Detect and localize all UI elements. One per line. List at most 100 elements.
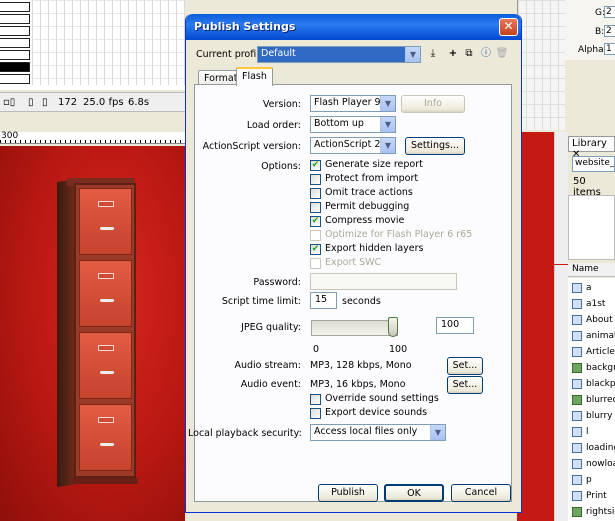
list-item[interactable]: a xyxy=(572,281,615,296)
version-select[interactable]: Flash Player 9 ▼ xyxy=(310,95,396,112)
settings-button[interactable]: Settings... xyxy=(405,137,465,155)
current-frame: 172 xyxy=(58,97,78,108)
checkbox[interactable] xyxy=(310,174,321,185)
edit-multiple-icon[interactable]: ▯ xyxy=(28,97,34,108)
movieclip-icon xyxy=(572,299,582,309)
list-item[interactable]: blurry xyxy=(572,409,615,424)
load-order-label: Load order: xyxy=(246,120,301,131)
movieclip-icon xyxy=(572,459,582,469)
local-playback-security-label: Local playback security: xyxy=(188,428,302,439)
list-item-label: Articles xyxy=(586,347,615,357)
list-item-label: a1st xyxy=(586,299,606,309)
dialog-titlebar[interactable]: Publish Settings ✕ xyxy=(186,14,521,40)
checkbox[interactable]: ✔ xyxy=(310,160,321,171)
layer-row-selected[interactable] xyxy=(0,62,30,72)
list-item[interactable]: nowloa xyxy=(572,457,615,472)
jpeg-quality-slider-thumb[interactable] xyxy=(388,317,398,337)
current-profile-select[interactable]: Default ▼ xyxy=(257,46,421,63)
list-item[interactable]: Print xyxy=(572,489,615,504)
checkbox[interactable]: ✔ xyxy=(310,244,321,255)
layer-row[interactable] xyxy=(0,26,30,36)
local-playback-security-select[interactable]: Access local files only ▼ xyxy=(310,424,446,441)
checkbox[interactable] xyxy=(310,202,321,213)
layer-row[interactable] xyxy=(0,38,30,48)
script-time-limit-field[interactable]: 15 xyxy=(310,292,337,309)
list-item[interactable]: p xyxy=(572,473,615,488)
list-item[interactable]: animat xyxy=(572,329,615,344)
script-time-limit-label: Script time limit: xyxy=(221,296,301,307)
load-order-select[interactable]: Bottom up ▼ xyxy=(310,116,396,133)
movieclip-icon xyxy=(572,347,582,357)
publish-button[interactable]: Publish xyxy=(318,484,378,502)
onion-skin-icon[interactable]: ▫▯ xyxy=(3,97,15,108)
cabinet-drawer xyxy=(79,404,132,471)
import-export-profile-icon[interactable]: ⤓ xyxy=(426,47,440,61)
delete-profile-icon[interactable]: 🗑 xyxy=(495,47,509,61)
layer-row[interactable] xyxy=(0,74,30,84)
checkbox[interactable] xyxy=(310,188,321,199)
list-item-label: backgr xyxy=(586,363,615,373)
list-item-label: blackpl xyxy=(586,379,615,389)
checkbox[interactable] xyxy=(310,394,321,405)
list-item-label: animat xyxy=(586,331,615,341)
layer-row[interactable] xyxy=(0,50,30,60)
library-scrollbar[interactable] xyxy=(554,265,568,521)
movieclip-icon xyxy=(572,443,582,453)
layer-row[interactable] xyxy=(0,2,30,12)
elapsed-time: 6.8s xyxy=(128,97,150,108)
slider-max-label: 100 xyxy=(389,344,408,355)
library-document-select[interactable]: website_p xyxy=(572,156,615,172)
list-item-label: blurred xyxy=(586,395,615,405)
checkbox[interactable] xyxy=(310,408,321,419)
actionscript-version-select[interactable]: ActionScript 2.0 ▼ xyxy=(310,137,396,154)
info-button[interactable]: Info xyxy=(401,95,465,113)
alpha-field[interactable]: 1 xyxy=(604,43,615,55)
list-item[interactable]: a1st xyxy=(572,297,615,312)
ok-button[interactable]: OK xyxy=(384,484,444,502)
b-field[interactable]: 2 xyxy=(604,25,615,37)
cancel-button[interactable]: Cancel xyxy=(451,484,511,502)
profile-info-icon[interactable]: ⓘ xyxy=(479,47,493,61)
bitmap-icon xyxy=(572,363,582,373)
list-item[interactable]: backgr xyxy=(572,361,615,376)
stage-vertical-scrollbar[interactable] xyxy=(554,132,568,264)
list-item-label: p xyxy=(586,475,592,485)
list-item[interactable]: rightsid xyxy=(572,505,615,520)
list-item[interactable]: blurred xyxy=(572,393,615,408)
g-field[interactable]: 2 xyxy=(604,6,615,18)
library-name-column-header[interactable]: Name xyxy=(568,263,615,277)
modify-markers-icon[interactable]: ▯ xyxy=(42,97,48,108)
alpha-label: Alpha: xyxy=(578,45,607,55)
tab-flash[interactable]: Flash xyxy=(236,67,273,86)
jpeg-quality-slider[interactable] xyxy=(311,320,398,336)
audio-stream-label: Audio stream: xyxy=(234,360,301,371)
list-item[interactable]: loading xyxy=(572,441,615,456)
bitmap-icon xyxy=(572,507,582,517)
file-cabinet[interactable] xyxy=(74,183,136,478)
close-button[interactable]: ✕ xyxy=(499,18,518,36)
audio-event-label: Audio event: xyxy=(240,379,301,390)
timeline-status-bar: ▫▯ ▯ ▯ 172 25.0 fps 6.8s xyxy=(0,92,185,112)
audio-event-set-button[interactable]: Set... xyxy=(447,376,483,394)
list-item[interactable]: blackpl xyxy=(572,377,615,392)
duplicate-profile-icon[interactable]: ⧉ xyxy=(462,47,476,61)
movieclip-icon xyxy=(572,491,582,501)
checkbox[interactable]: ✔ xyxy=(310,216,321,227)
actionscript-version-value: ActionScript 2.0 xyxy=(314,139,390,150)
load-order-value: Bottom up xyxy=(314,118,364,129)
frame-grid[interactable] xyxy=(32,0,185,85)
add-profile-icon[interactable]: + xyxy=(446,47,460,61)
layer-row[interactable] xyxy=(0,14,30,24)
list-item[interactable]: l xyxy=(572,425,615,440)
chevron-down-icon: ▼ xyxy=(380,96,395,111)
cabinet-base xyxy=(72,478,138,484)
list-item-label: About xyxy=(586,315,613,325)
password-field xyxy=(310,273,457,290)
library-preview xyxy=(568,195,615,260)
audio-stream-set-button[interactable]: Set... xyxy=(447,357,483,375)
list-item[interactable]: Articles xyxy=(572,345,615,360)
library-panel-tab[interactable]: Library ✕ xyxy=(568,136,615,160)
list-item[interactable]: About xyxy=(572,313,615,328)
library-tab-label: Library xyxy=(572,138,607,149)
jpeg-quality-field[interactable]: 100 xyxy=(436,317,474,334)
